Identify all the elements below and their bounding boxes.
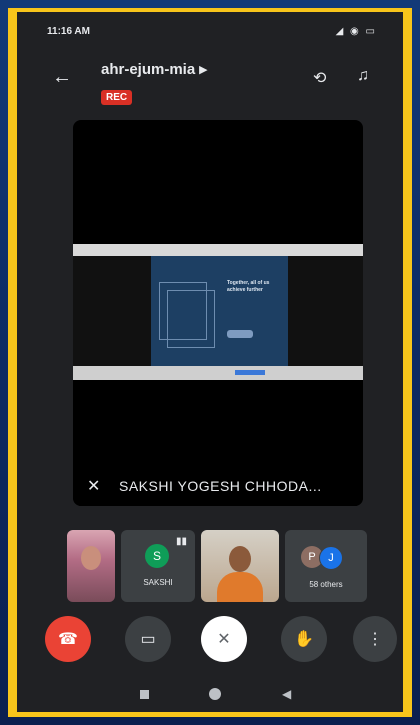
participant-name-bar: ✕ SAKSHI YOGESH CHHODA... [73,466,363,506]
mic-off-icon: ✕ [87,478,101,495]
raise-hand-button[interactable]: ✋ [281,616,327,662]
android-nav-bar: ◀ [17,684,403,712]
status-icons: ◢ ◉ ▭ [335,26,377,37]
presentation-slide: Together, all of us achieve further [151,256,288,366]
participant-strip: S ▮▮ SAKSHI P J 58 others [67,530,367,602]
shared-screen-toolbar [73,244,363,256]
speaking-indicator-icon: ▮▮ [175,536,187,547]
participant-video [217,572,263,602]
more-options-button[interactable]: ⋮ [353,616,397,662]
hand-icon: ✋ [294,631,314,648]
taskbar-highlight [235,370,265,375]
avatar: S [145,544,169,568]
participant-thumbnail-sakshi[interactable]: S ▮▮ SAKSHI [121,530,195,602]
others-count: 58 others [309,580,343,589]
back-arrow-icon[interactable]: ← [52,66,72,89]
camera-toggle-button[interactable]: ▭ [125,616,171,662]
participant-video [81,546,101,570]
call-controls: ☎ ▭ ✕ ✋ ⋮ [37,616,397,666]
status-bar: 11:16 AM ◢ ◉ ▭ [47,26,377,42]
participant-video [229,546,251,572]
phone-screen: 11:16 AM ◢ ◉ ▭ ← ahr-ejum-mia ▸ REC ⟲ ♫ … [17,12,403,712]
back-triangle-icon[interactable]: ◀ [282,687,291,701]
status-time: 11:16 AM [47,26,90,37]
shared-screen: Together, all of us achieve further [73,244,363,380]
participant-label: SAKSHI [143,578,173,587]
main-video-tile[interactable]: Together, all of us achieve further ✕ SA… [73,120,363,506]
end-call-button[interactable]: ☎ [45,616,91,662]
more-vert-icon: ⋮ [367,631,383,648]
slide-logo [227,330,253,338]
slide-graphic [159,282,207,340]
audio-output-icon[interactable]: ♫ [357,67,369,85]
mic-toggle-button[interactable]: ✕ [201,616,247,662]
slide-text: Together, all of us achieve further [227,280,270,293]
mic-off-icon: ✕ [217,631,231,648]
avatar: J [319,546,343,570]
others-tile[interactable]: P J 58 others [285,530,367,602]
participant-name: SAKSHI YOGESH CHHODA... [119,478,322,494]
phone-hangup-icon: ☎ [58,631,78,648]
recents-icon[interactable] [140,690,149,699]
shared-screen-taskbar [73,366,363,380]
meeting-code[interactable]: ahr-ejum-mia ▸ [101,60,207,78]
participant-thumbnail[interactable] [201,530,279,602]
participant-thumbnail[interactable] [67,530,115,602]
home-icon[interactable] [209,688,221,700]
camera-icon: ▭ [140,631,156,648]
rec-badge: REC [101,90,133,105]
switch-camera-icon[interactable]: ⟲ [313,68,326,88]
